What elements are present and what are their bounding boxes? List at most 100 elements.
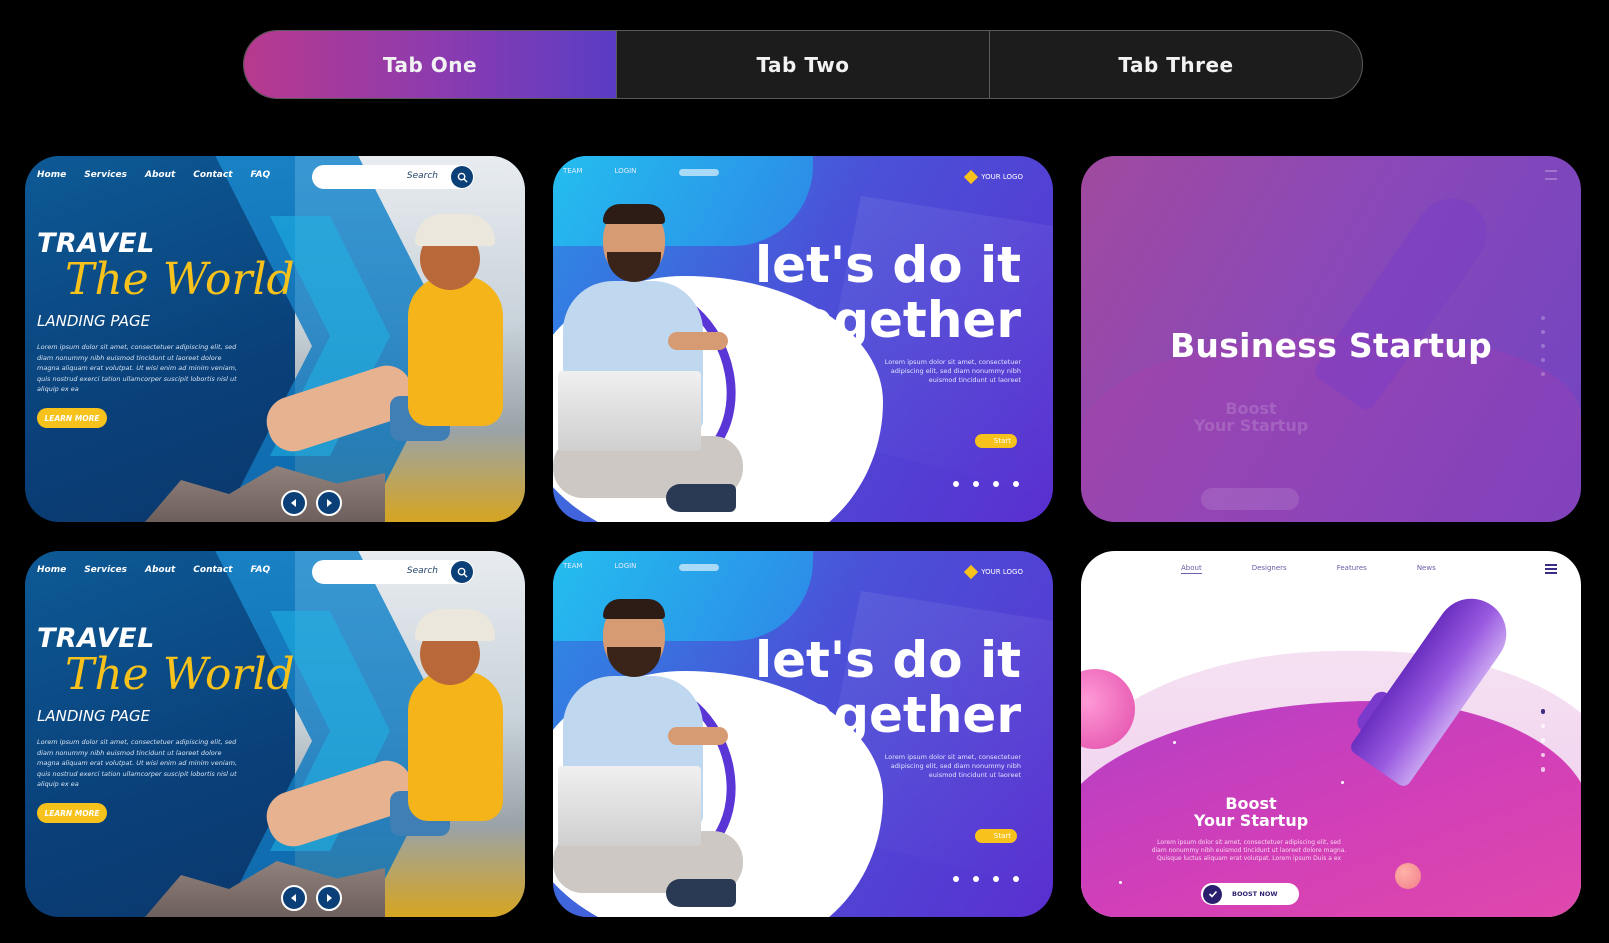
logo-icon <box>964 169 979 185</box>
nav-contact: Contact <box>193 170 233 180</box>
globe-icon <box>1013 481 1019 487</box>
dot <box>1541 316 1545 320</box>
nav-contact: Contact <box>193 565 233 575</box>
boost-line-2: Your Startup <box>1193 416 1309 435</box>
template-card-together[interactable]: TEAM LOGIN YOUR LOGO let's do it togethe… <box>553 156 1053 522</box>
nav-team: TEAM <box>563 167 583 175</box>
headline-line-2: together <box>774 686 1021 744</box>
headline-line-2: together <box>774 291 1021 349</box>
together-nav: TEAM LOGIN <box>563 167 636 175</box>
start-button: Start <box>975 829 1017 843</box>
contact-icons <box>953 876 1019 882</box>
man-beard <box>607 647 661 677</box>
dot <box>1540 767 1545 772</box>
nav-services: Services <box>84 565 127 575</box>
location-icon <box>953 876 959 882</box>
menu-icon <box>1545 564 1557 574</box>
template-card-travel[interactable]: Home Services About Contact FAQ Search T… <box>25 156 525 522</box>
travel-search-box: Search <box>312 165 474 189</box>
contact-icons <box>953 481 1019 487</box>
chevron-right-icon <box>316 490 342 516</box>
nav-about: About <box>1181 564 1202 574</box>
travel-search-box: Search <box>312 560 474 584</box>
template-card-startup[interactable]: About Designers Features News Boost Your… <box>1081 551 1581 917</box>
star-icon <box>1173 741 1176 744</box>
boost-now-label: BOOST NOW <box>1232 890 1278 898</box>
traveler-hat <box>415 609 495 641</box>
chevron-left-icon <box>281 490 307 516</box>
pagination-dots <box>1540 709 1545 772</box>
chevron-left-icon <box>281 885 307 911</box>
mail-icon <box>973 481 979 487</box>
dot <box>1541 372 1545 376</box>
travel-body-text: Lorem ipsum dolor sit amet, consectetuer… <box>37 738 238 788</box>
nav-features: Features <box>1336 564 1367 572</box>
boost-line-1: Boost <box>1225 399 1277 418</box>
tab-one[interactable]: Tab One <box>244 31 617 98</box>
startup-body-text: Lorem ipsum dolor sit amet, consectetuer… <box>1151 839 1347 862</box>
travel-script-title: The World <box>65 649 295 700</box>
location-icon <box>953 481 959 487</box>
phone-icon <box>993 481 999 487</box>
start-button: Start <box>975 434 1017 448</box>
together-body-text: Lorem ipsum dolor sit amet, consectetuer… <box>884 753 1021 779</box>
dot-active <box>1540 709 1545 714</box>
check-icon <box>1203 884 1222 904</box>
nav-designers: Designers <box>1251 564 1287 572</box>
travel-script-title: The World <box>65 254 295 305</box>
man-hair <box>603 204 665 224</box>
tab-bar: Tab One Tab Two Tab Three <box>243 30 1363 99</box>
dot <box>1540 723 1545 728</box>
template-card-travel[interactable]: Home Services About Contact FAQ Search T… <box>25 551 525 917</box>
nav-home: Home <box>37 170 67 180</box>
learn-more-button: LEARN MORE <box>37 803 107 823</box>
nav-about: About <box>144 565 176 575</box>
template-card-together[interactable]: TEAM LOGIN YOUR LOGO let's do it togethe… <box>553 551 1053 917</box>
traveler-hat <box>415 214 495 246</box>
nav-home: Home <box>37 565 67 575</box>
chevron-right-icon <box>316 885 342 911</box>
traveler-sweater <box>408 671 503 821</box>
boost-heading: Boost Your Startup <box>1176 795 1326 829</box>
nav-pill <box>679 169 719 176</box>
logo-text: YOUR LOGO <box>981 173 1023 181</box>
logo-text: YOUR LOGO <box>981 568 1023 576</box>
faded-boost-button <box>1201 488 1299 510</box>
boost-line-2: Your Startup <box>1193 811 1309 830</box>
search-placeholder: Search <box>406 171 438 181</box>
man-beard <box>607 252 661 282</box>
travel-subtitle: LANDING PAGE <box>37 312 151 330</box>
headline-line-1: let's do it <box>754 236 1021 294</box>
star-icon <box>1341 781 1344 784</box>
dot <box>1540 738 1545 743</box>
planet-illustration <box>1395 863 1421 889</box>
nav-faq: FAQ <box>250 565 271 575</box>
together-headline: let's do it together <box>755 633 1021 743</box>
man-hand <box>668 727 728 745</box>
nav-login: LOGIN <box>614 562 637 570</box>
together-body-text: Lorem ipsum dolor sit amet, consectetuer… <box>884 358 1021 384</box>
travel-body-text: Lorem ipsum dolor sit amet, consectetuer… <box>37 343 238 393</box>
man-hand <box>668 332 728 350</box>
tab-three[interactable]: Tab Three <box>990 31 1362 98</box>
laptop-illustration <box>558 766 701 846</box>
faded-boost-heading: Boost Your Startup <box>1176 400 1326 434</box>
nav-login: LOGIN <box>614 167 637 175</box>
man-shoe <box>666 484 736 512</box>
laptop-illustration <box>558 371 701 451</box>
tab-two[interactable]: Tab Two <box>617 31 990 98</box>
travel-nav: Home Services About Contact FAQ <box>37 170 270 180</box>
man-shoe <box>666 879 736 907</box>
together-logo: YOUR LOGO <box>964 564 1023 580</box>
logo-icon <box>964 564 979 580</box>
man-hair <box>603 599 665 619</box>
nav-news: News <box>1416 564 1436 572</box>
phone-icon <box>993 876 999 882</box>
nav-pill <box>679 564 719 571</box>
search-icon <box>451 166 473 188</box>
boost-now-button: BOOST NOW <box>1201 883 1299 905</box>
travel-subtitle: LANDING PAGE <box>37 707 151 725</box>
nav-faq: FAQ <box>250 170 271 180</box>
template-card-startup-hover[interactable]: Boost Your Startup Business Startup <box>1081 156 1581 522</box>
traveler-sweater <box>408 276 503 426</box>
